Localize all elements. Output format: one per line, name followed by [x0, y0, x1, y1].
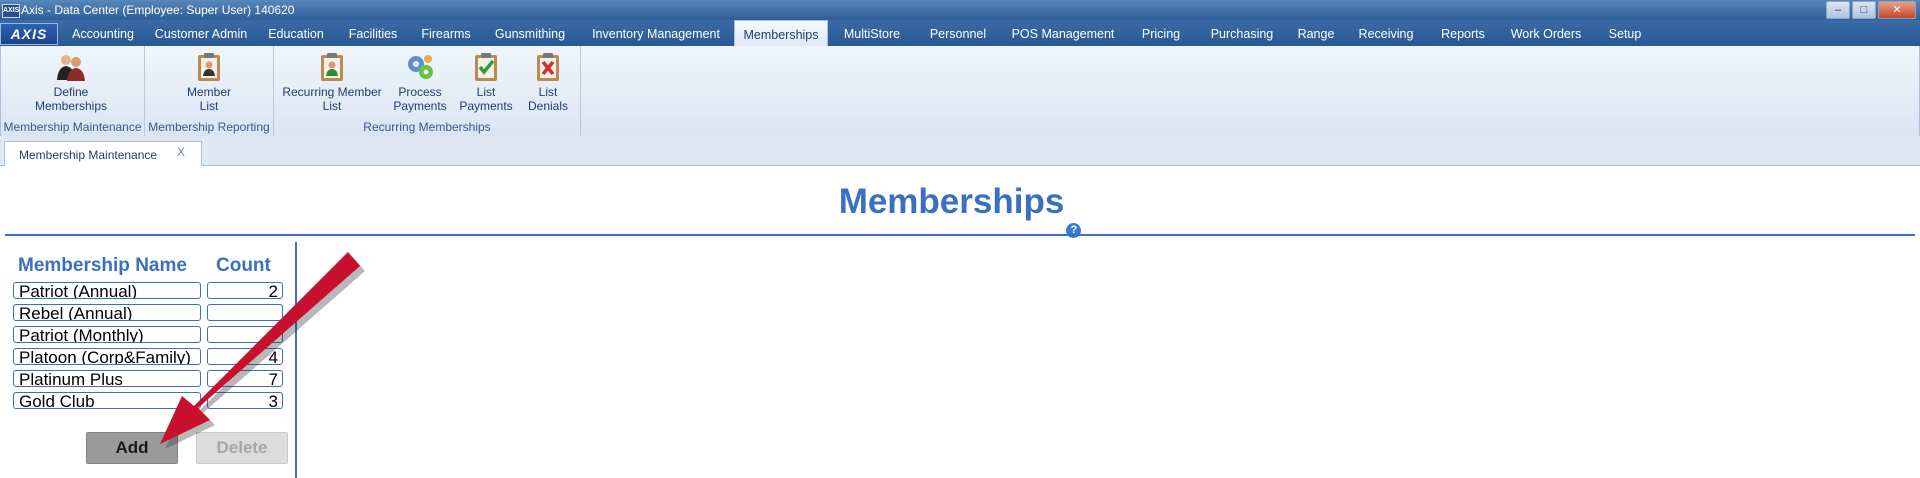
menu-tab-gunsmithing[interactable]: Gunsmithing — [482, 20, 578, 46]
people-icon — [55, 52, 87, 82]
ribbon-group-label: Recurring Memberships — [363, 120, 491, 134]
app-icon: AXIS — [2, 4, 20, 18]
ribbon-group-label: Membership Maintenance — [3, 120, 142, 134]
ribbon-group-recurring-memberships: Recurring Member List Process Payments L… — [274, 46, 581, 136]
list-denials-label-1: List — [538, 85, 558, 99]
menu-tab-firearms[interactable]: Firearms — [410, 20, 482, 46]
member-list-label-2: List — [199, 99, 219, 113]
member-list-button[interactable]: Member List — [179, 52, 239, 113]
member-list-label-1: Member — [186, 85, 231, 99]
define-memberships-label-2: Memberships — [34, 99, 108, 113]
close-icon[interactable]: ✕ — [1878, 1, 1916, 19]
ribbon: Define Memberships Membership Maintenanc… — [0, 46, 1920, 137]
clipboard-person-icon — [193, 52, 225, 82]
recurring-member-list-button[interactable]: Recurring Member List — [282, 52, 382, 113]
title-bar: AXIS Axis - Data Center (Employee: Super… — [0, 0, 1920, 20]
process-payments-button[interactable]: Process Payments — [390, 52, 450, 113]
recurring-member-list-label-1: Recurring Member — [282, 85, 382, 99]
title-divider — [5, 234, 1915, 236]
menu-bar: AXIS Accounting Customer Admin Education… — [0, 20, 1920, 48]
delete-button[interactable]: Delete — [196, 432, 288, 464]
list-payments-label-1: List — [476, 85, 496, 99]
membership-name-field[interactable]: Rebel (Annual) — [13, 304, 201, 321]
menu-tab-customer-admin[interactable]: Customer Admin — [146, 20, 256, 46]
ribbon-group-membership-maintenance: Define Memberships Membership Maintenanc… — [1, 46, 145, 136]
membership-name-field[interactable]: Gold Club — [13, 392, 201, 409]
column-header-count: Count — [216, 255, 271, 276]
maximize-icon[interactable]: □ — [1852, 1, 1876, 19]
menu-tab-setup[interactable]: Setup — [1594, 20, 1656, 46]
axis-logo[interactable]: AXIS — [0, 23, 58, 45]
gears-icon — [404, 52, 436, 82]
menu-tabs: Accounting Customer Admin Education Faci… — [60, 20, 1656, 48]
define-memberships-label-1: Define — [53, 85, 89, 99]
menu-tab-pos-management[interactable]: POS Management — [1000, 20, 1126, 46]
membership-name-field[interactable]: Patriot (Annual) — [13, 282, 201, 299]
menu-tab-accounting[interactable]: Accounting — [60, 20, 146, 46]
clipboard-person-green-icon — [316, 52, 348, 82]
menu-tab-inventory-management[interactable]: Inventory Management — [578, 20, 734, 46]
list-divider — [295, 242, 297, 478]
membership-count-field: 3 — [207, 392, 283, 410]
page-title: Memberships? — [0, 182, 1920, 238]
membership-count-field: 7 — [207, 370, 283, 388]
process-payments-label-2: Payments — [393, 99, 447, 113]
menu-tab-memberships[interactable]: Memberships — [734, 20, 828, 48]
tab-membership-maintenance[interactable]: Membership Maintenance X — [4, 141, 202, 166]
clipboard-check-icon — [470, 52, 502, 82]
tab-label: Membership Maintenance — [19, 148, 158, 162]
membership-name-field[interactable]: Patriot (Monthly) — [13, 326, 201, 343]
add-button[interactable]: Add — [86, 432, 178, 464]
menu-tab-multistore[interactable]: MultiStore — [828, 20, 916, 46]
ribbon-group-label: Membership Reporting — [148, 120, 270, 134]
membership-count-field — [207, 326, 283, 343]
define-memberships-button[interactable]: Define Memberships — [31, 52, 111, 113]
list-denials-label-2: Denials — [527, 99, 569, 113]
menu-tab-facilities[interactable]: Facilities — [336, 20, 410, 46]
page-title-text: Memberships — [838, 182, 1065, 221]
membership-count-field: 2 — [207, 282, 283, 300]
membership-name-field[interactable]: Platoon (Corp&Family) — [13, 348, 201, 365]
membership-name-field[interactable]: Platinum Plus — [13, 370, 201, 387]
menu-tab-receiving[interactable]: Receiving — [1344, 20, 1428, 46]
minimize-icon[interactable]: – — [1826, 1, 1850, 19]
membership-count-field: 4 — [207, 348, 283, 366]
column-header-membership-name: Membership Name — [18, 255, 187, 276]
menu-tab-work-orders[interactable]: Work Orders — [1498, 20, 1594, 46]
clipboard-denied-icon — [532, 52, 564, 82]
window-title: Axis - Data Center (Employee: Super User… — [21, 3, 295, 17]
menu-tab-personnel[interactable]: Personnel — [916, 20, 1000, 46]
tab-close-icon[interactable]: X — [177, 145, 185, 159]
document-tab-bar: Membership Maintenance X — [0, 136, 1920, 166]
menu-tab-purchasing[interactable]: Purchasing — [1196, 20, 1288, 46]
recurring-member-list-label-2: List — [322, 99, 342, 113]
membership-count-field — [207, 304, 283, 321]
menu-tab-reports[interactable]: Reports — [1428, 20, 1498, 46]
menu-tab-pricing[interactable]: Pricing — [1126, 20, 1196, 46]
list-payments-label-2: Payments — [459, 99, 513, 113]
ribbon-group-membership-reporting: Member List Membership Reporting — [145, 46, 274, 136]
process-payments-label-1: Process — [398, 85, 442, 99]
menu-tab-education[interactable]: Education — [256, 20, 336, 46]
menu-tab-range[interactable]: Range — [1288, 20, 1344, 46]
list-payments-button[interactable]: List Payments — [456, 52, 516, 113]
list-denials-button[interactable]: List Denials — [518, 52, 578, 113]
